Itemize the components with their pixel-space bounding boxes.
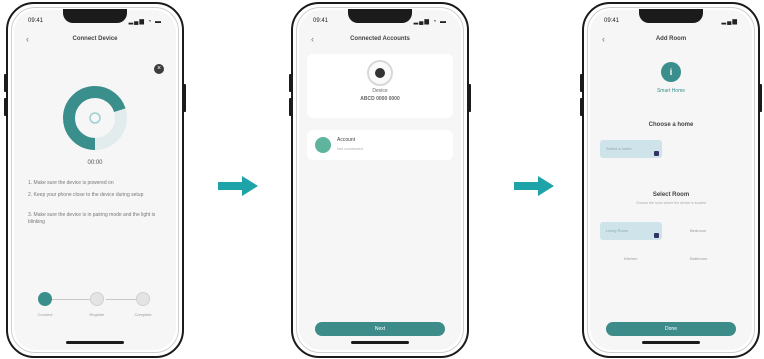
progress-ring-graphic bbox=[63, 86, 127, 150]
account-item[interactable]: Account Not connected bbox=[307, 130, 453, 160]
step-label: Complete bbox=[134, 312, 152, 317]
checkbox-icon bbox=[654, 233, 659, 238]
phone-connected-accounts: 09:41 ▂▄▆ ◔ ▬ ‹ Connected Accounts Devic… bbox=[289, 2, 471, 358]
account-name: Account bbox=[337, 137, 356, 143]
screen-add-room: 09:41 ▂▄▆ ‹ Add Room i Smart Home Choose… bbox=[590, 10, 752, 350]
screen-connect-device: 09:41 ▂▄▆ ◔ ▬ ‹ Connect Device × 00:00 1… bbox=[14, 10, 176, 350]
page-title: Add Room bbox=[655, 36, 687, 42]
device-name: Device bbox=[372, 88, 388, 94]
room-option[interactable]: Bathroom bbox=[690, 256, 707, 261]
nav-bar: ‹ Connected Accounts bbox=[299, 32, 461, 50]
camera-icon bbox=[367, 60, 393, 86]
volume-up-button bbox=[289, 74, 292, 92]
status-time: 09:41 bbox=[604, 18, 620, 24]
instruction-2: 2. Keep your phone close to the device d… bbox=[28, 192, 144, 198]
status-time: 09:41 bbox=[28, 18, 44, 24]
step-label: Connect bbox=[37, 312, 53, 317]
power-button bbox=[759, 84, 762, 112]
power-button bbox=[468, 84, 471, 112]
volume-down-button bbox=[4, 98, 7, 116]
nav-bar: ‹ Add Room bbox=[590, 32, 752, 50]
room-option-selected[interactable]: Living Room bbox=[600, 222, 662, 240]
power-button bbox=[183, 84, 186, 112]
section-title-room: Select Room bbox=[652, 192, 690, 198]
status-icons: ▂▄▆ ◔ ▬ bbox=[128, 19, 162, 25]
step-indicator: Connect Register Complete bbox=[14, 292, 176, 332]
account-avatar-icon bbox=[315, 137, 331, 153]
step-connector bbox=[106, 299, 136, 300]
done-button[interactable]: Done bbox=[606, 322, 736, 336]
room-option[interactable]: Kitchen bbox=[624, 256, 637, 261]
instruction-1: 1. Make sure the device is powered on bbox=[28, 180, 114, 186]
timer-label: 00:00 bbox=[87, 160, 103, 166]
account-status: Not connected bbox=[337, 146, 363, 151]
section-title-home: Choose a home bbox=[648, 122, 694, 128]
progress-ring bbox=[59, 82, 131, 154]
step-dot-active bbox=[38, 292, 52, 306]
volume-down-button bbox=[289, 98, 292, 116]
section-room-subtitle: Choose the room where the device is loca… bbox=[635, 201, 707, 205]
status-time: 09:41 bbox=[313, 18, 329, 24]
room-option-label: Living Room bbox=[606, 228, 629, 233]
home-select-value: Select a home bbox=[606, 146, 632, 151]
close-icon[interactable]: × bbox=[154, 64, 164, 74]
nav-bar: ‹ Connect Device bbox=[14, 32, 176, 50]
home-indicator bbox=[66, 341, 124, 344]
arrow-right-icon bbox=[514, 176, 554, 196]
volume-up-button bbox=[4, 74, 7, 92]
device-card: Device ABCD 0000 0000 bbox=[307, 54, 453, 118]
step-connector bbox=[52, 299, 92, 300]
phone-add-room: 09:41 ▂▄▆ ‹ Add Room i Smart Home Choose… bbox=[580, 2, 762, 358]
notch bbox=[348, 9, 412, 23]
step-dot bbox=[90, 292, 104, 306]
instruction-3: 3. Make sure the device is in pairing mo… bbox=[28, 212, 156, 225]
volume-up-button bbox=[580, 74, 583, 92]
notch bbox=[63, 9, 127, 23]
notch bbox=[639, 9, 703, 23]
next-button[interactable]: Next bbox=[315, 322, 445, 336]
page-title: Connect Device bbox=[72, 36, 118, 42]
info-icon: i bbox=[661, 62, 681, 82]
phone-connect-device: 09:41 ▂▄▆ ◔ ▬ ‹ Connect Device × 00:00 1… bbox=[4, 2, 186, 358]
home-indicator bbox=[642, 341, 700, 344]
step-label: Register bbox=[89, 312, 105, 317]
step-dot bbox=[136, 292, 150, 306]
device-id: ABCD 0000 0000 bbox=[360, 96, 400, 102]
status-icons: ▂▄▆ bbox=[721, 19, 738, 25]
arrow-right-icon bbox=[218, 176, 258, 196]
volume-down-button bbox=[580, 98, 583, 116]
checkbox-icon bbox=[654, 151, 659, 156]
screen-connected-accounts: 09:41 ▂▄▆ ◔ ▬ ‹ Connected Accounts Devic… bbox=[299, 10, 461, 350]
room-option[interactable]: Bedroom bbox=[690, 228, 706, 233]
home-indicator bbox=[351, 341, 409, 344]
home-label: Smart Home bbox=[656, 88, 686, 94]
home-select-field[interactable]: Select a home bbox=[600, 140, 662, 158]
status-icons: ▂▄▆ ◔ ▬ bbox=[413, 19, 447, 25]
page-title: Connected Accounts bbox=[350, 36, 410, 42]
